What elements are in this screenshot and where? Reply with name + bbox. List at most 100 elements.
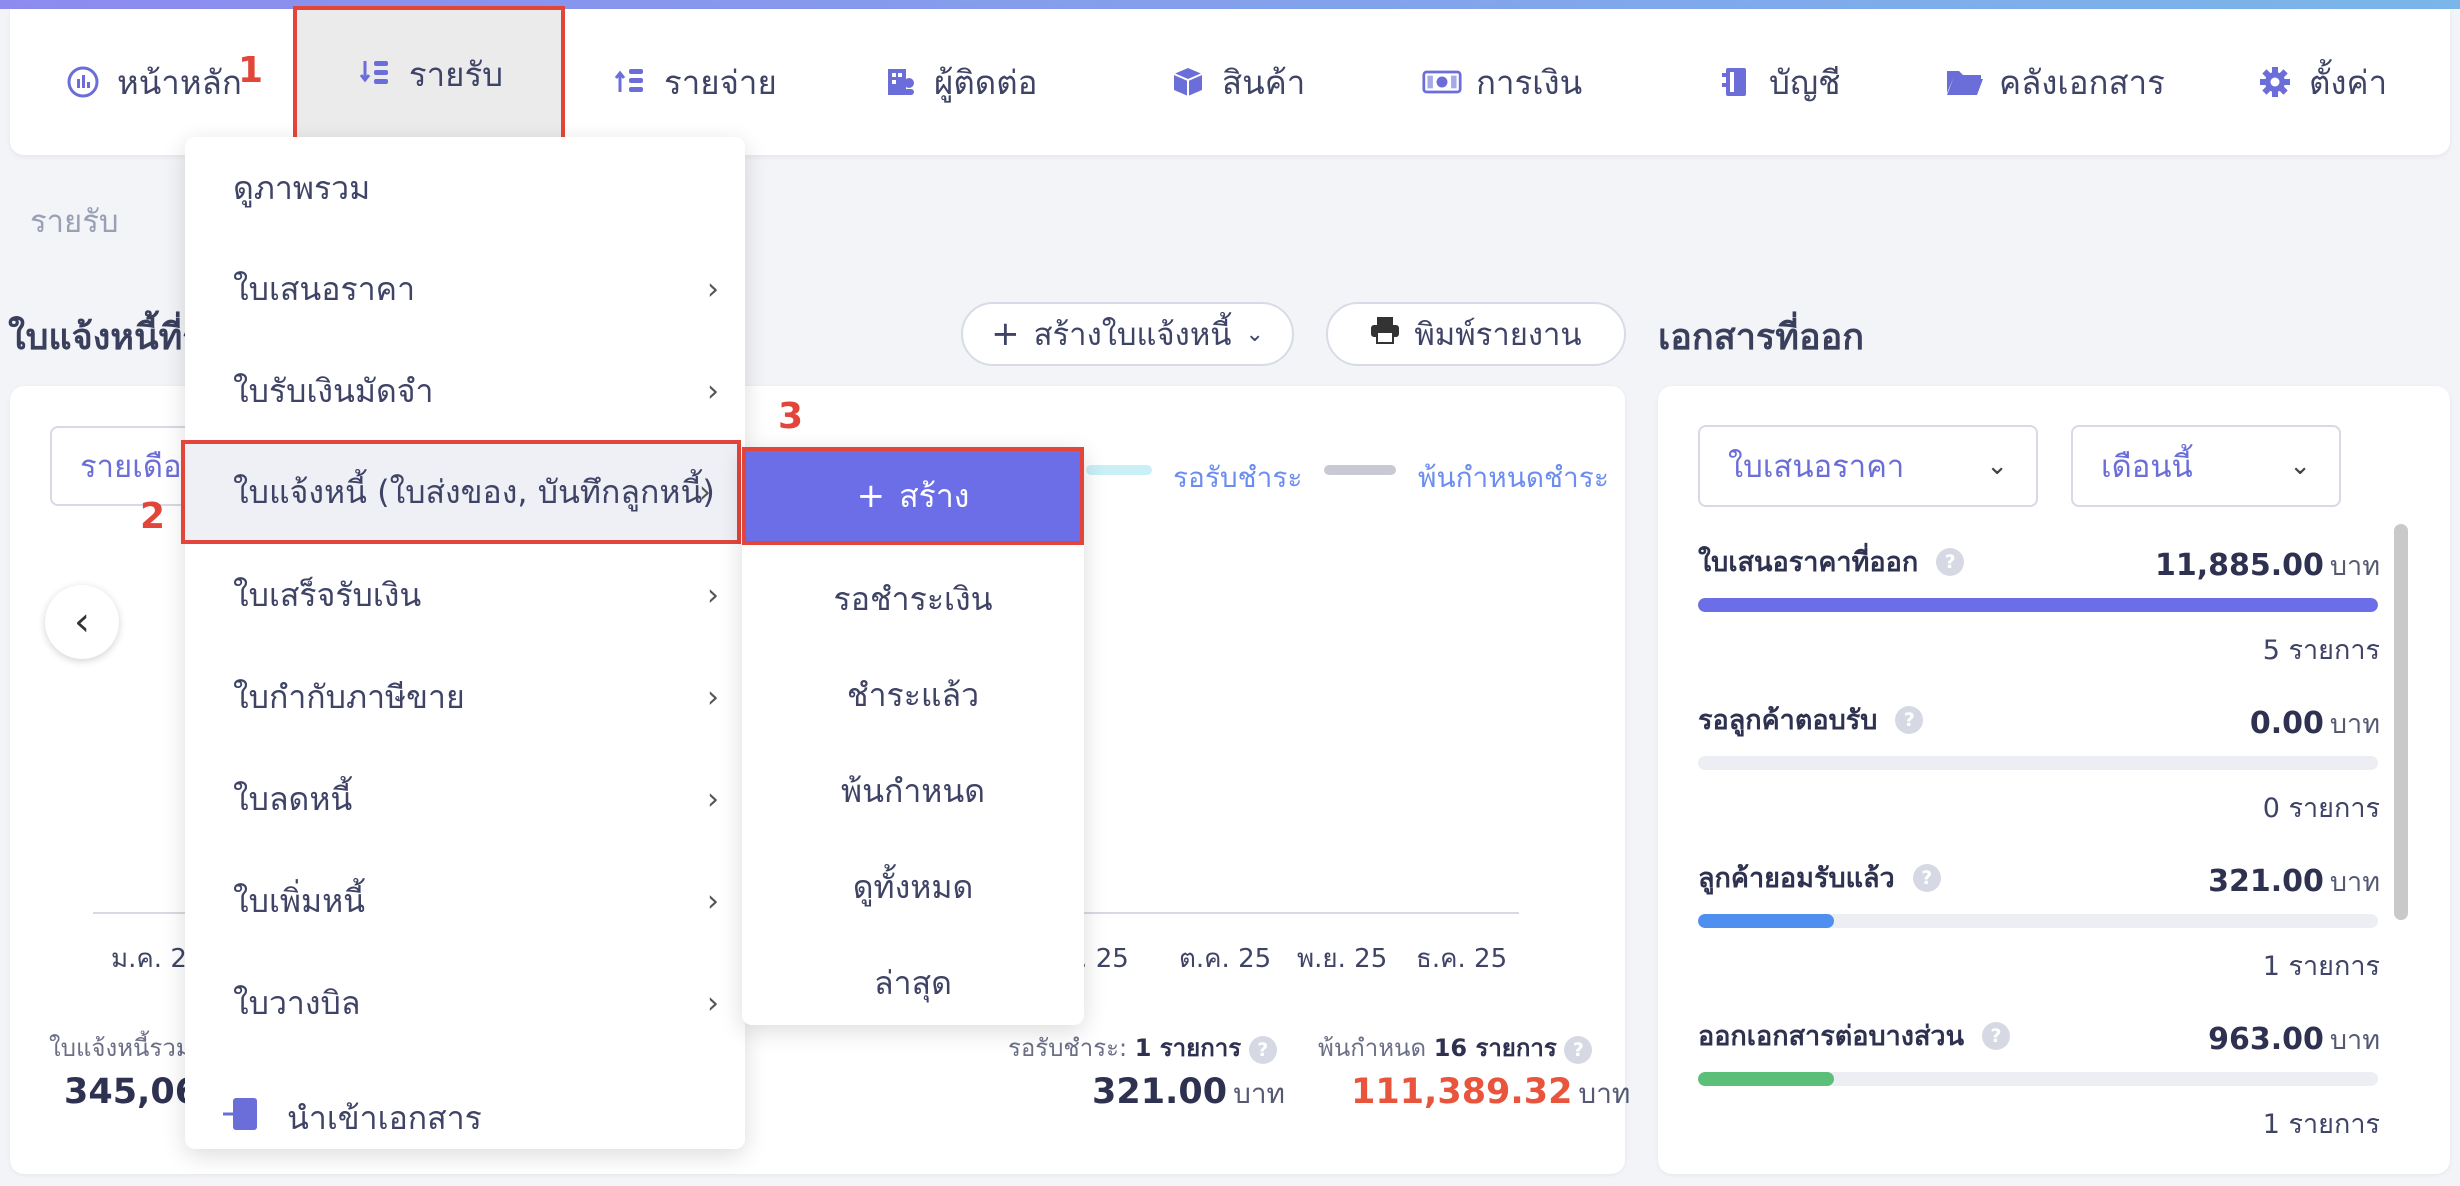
stat-label-text: ใบเสนอราคาที่ออก xyxy=(1698,547,1919,578)
import-documents-item[interactable]: นำเข้าเอกสาร xyxy=(185,1085,745,1151)
nav-accounting-label: บัญชี xyxy=(1769,62,1841,102)
help-icon[interactable]: ? xyxy=(1936,547,1965,576)
stat-amount: 0.00 บาท xyxy=(2250,702,2380,745)
currency-label: บาท xyxy=(1578,1077,1631,1110)
nav-contacts[interactable]: ผู้ติดต่อ xyxy=(880,9,1037,155)
stat-count: 1 รายการ xyxy=(2262,1109,2380,1140)
submenu-item[interactable]: พ้นกำหนด xyxy=(742,743,1084,839)
doc-period-select[interactable]: เดือนนี้ ⌄ xyxy=(2071,425,2341,507)
submenu-item[interactable]: ล่าสุด xyxy=(742,935,1084,1031)
nav-settings-label: ตั้งค่า xyxy=(2309,62,2388,102)
stat-progress-fill xyxy=(1698,598,2378,612)
submenu-item[interactable]: ชำระแล้ว xyxy=(742,647,1084,743)
import-icon xyxy=(221,1094,261,1142)
chevron-right-icon: › xyxy=(707,373,719,409)
stat-amount-value: 963.00 xyxy=(2208,1022,2324,1057)
menu-item[interactable]: ใบวางบิล › xyxy=(185,952,745,1054)
menu-item[interactable]: ดูภาพรวม xyxy=(185,137,745,239)
submenu-item[interactable]: ดูทั้งหมด xyxy=(742,839,1084,935)
chevron-right-icon: › xyxy=(707,679,719,715)
chevron-down-icon: ⌄ xyxy=(1986,451,2008,481)
menu-item[interactable]: ใบเสร็จรับเงิน › xyxy=(185,544,745,646)
help-icon[interactable]: ? xyxy=(1982,1021,2011,1050)
stat-progress-bar xyxy=(1698,914,2378,928)
menu-item[interactable]: ใบกำกับภาษีขาย › xyxy=(185,646,745,748)
stat-count: 0 รายการ xyxy=(2262,793,2380,824)
create-invoice-button[interactable]: + สร้างใบแจ้งหนี้ ⌄ xyxy=(961,302,1294,366)
legend-swatch-overdue xyxy=(1324,465,1396,475)
menu-item[interactable]: ใบเสนอราคา › xyxy=(185,238,745,340)
overdue-amount: 111,389.32 บาท xyxy=(1351,1072,1630,1116)
month-label: พ.ย. 25 xyxy=(1297,944,1388,974)
overdue-count: 16 รายการ xyxy=(1433,1034,1557,1062)
pending-amount: 321.00 บาท xyxy=(1092,1072,1285,1116)
import-documents-label: นำเข้าเอกสาร xyxy=(287,1098,482,1137)
menu-item-label: ใบเพิ่มหนี้ xyxy=(233,881,366,920)
chevron-down-icon: ⌄ xyxy=(1245,321,1264,347)
nav-documents[interactable]: คลังเอกสาร xyxy=(1945,9,2165,155)
stat-label: ลูกค้ายอมรับแล้ว? xyxy=(1698,856,1941,899)
menu-item-label: ใบวางบิล xyxy=(233,983,361,1022)
create-label: สร้าง xyxy=(899,476,970,515)
nav-products[interactable]: สินค้า xyxy=(1168,9,1305,155)
prev-page-button[interactable]: ‹ xyxy=(45,585,119,659)
help-icon[interactable]: ? xyxy=(1895,705,1924,734)
nav-expense[interactable]: รายจ่าย xyxy=(610,9,777,155)
issued-docs-title: เอกสารที่ออก xyxy=(1658,317,1865,358)
nav-settings[interactable]: ตั้งค่า xyxy=(2255,9,2387,155)
help-icon[interactable]: ? xyxy=(1248,1036,1277,1064)
stat-progress-bar xyxy=(1698,598,2378,612)
chart-icon xyxy=(63,65,103,99)
nav-contacts-label: ผู้ติดต่อ xyxy=(934,62,1038,102)
menu-item-label: ใบเสนอราคา xyxy=(233,269,416,308)
nav-products-label: สินค้า xyxy=(1222,62,1306,102)
overdue-label: พ้นกำหนด xyxy=(1318,1034,1427,1062)
help-icon[interactable]: ? xyxy=(1564,1036,1593,1064)
legend-swatch-pending xyxy=(1086,465,1152,475)
chevron-right-icon: › xyxy=(707,577,719,613)
doc-type-select[interactable]: ใบเสนอราคา ⌄ xyxy=(1698,425,2038,507)
doc-type-value: ใบเสนอราคา xyxy=(1728,449,1905,485)
chevron-right-icon: › xyxy=(707,271,719,307)
currency-label: บาท xyxy=(2329,867,2380,898)
stat-amount: 321.00 บาท xyxy=(2208,860,2380,903)
nav-documents-label: คลังเอกสาร xyxy=(1999,62,2165,102)
submenu-item[interactable]: รอชำระเงิน xyxy=(742,551,1084,647)
chevron-down-icon: ⌄ xyxy=(2289,451,2311,481)
help-icon[interactable]: ? xyxy=(1912,863,1941,892)
step-marker-1: 1 xyxy=(238,50,264,91)
menu-item-label: ดูภาพรวม xyxy=(233,168,371,207)
nav-home[interactable]: หน้าหลัก xyxy=(63,9,242,155)
money-icon xyxy=(1422,65,1462,99)
pending-amount-value: 321.00 xyxy=(1092,1072,1228,1112)
contacts-icon xyxy=(880,65,920,99)
scrollbar[interactable] xyxy=(2394,524,2408,920)
invoice-section-title: ใบแจ้งหนี้ที่รั xyxy=(8,317,202,358)
step-marker-3: 3 xyxy=(778,396,804,437)
nav-finance-label: การเงิน xyxy=(1476,62,1583,102)
nav-finance[interactable]: การเงิน xyxy=(1422,9,1582,155)
chevron-right-icon: › xyxy=(707,781,719,817)
pending-label: รอรับชำระ xyxy=(1008,1034,1119,1062)
create-invoice-label: สร้างใบแจ้งหนี้ xyxy=(1033,317,1232,353)
stat-amount: 11,885.00 บาท xyxy=(2155,544,2380,587)
breadcrumb: รายรับ xyxy=(30,204,119,240)
stat-count: 5 รายการ xyxy=(2262,635,2380,666)
nav-income-label: รายรับ xyxy=(408,54,504,94)
menu-item[interactable]: ใบแจ้งหนี้ (ใบส่งของ, บันทึกลูกหนี้) › xyxy=(181,440,741,544)
chevron-right-icon: › xyxy=(699,474,711,510)
menu-item[interactable]: ใบรับเงินมัดจำ › xyxy=(185,340,745,442)
menu-item[interactable]: ใบลดหนี้ › xyxy=(185,748,745,850)
stat-progress-fill xyxy=(1698,914,1834,928)
nav-income[interactable]: รายรับ xyxy=(293,6,565,142)
printer-icon xyxy=(1370,316,1400,352)
create-invoice-item[interactable]: + สร้าง xyxy=(742,447,1084,545)
menu-item[interactable]: ใบเพิ่มหนี้ › xyxy=(185,850,745,952)
plus-icon: + xyxy=(856,476,886,516)
nav-accounting[interactable]: บัญชี xyxy=(1715,9,1840,155)
print-report-button[interactable]: พิมพ์รายงาน xyxy=(1326,302,1626,366)
plus-icon: + xyxy=(991,314,1020,354)
currency-label: บาท xyxy=(2329,1025,2380,1056)
chevron-left-icon: ‹ xyxy=(74,599,90,645)
menu-item-label: ใบกำกับภาษีขาย xyxy=(233,677,465,716)
